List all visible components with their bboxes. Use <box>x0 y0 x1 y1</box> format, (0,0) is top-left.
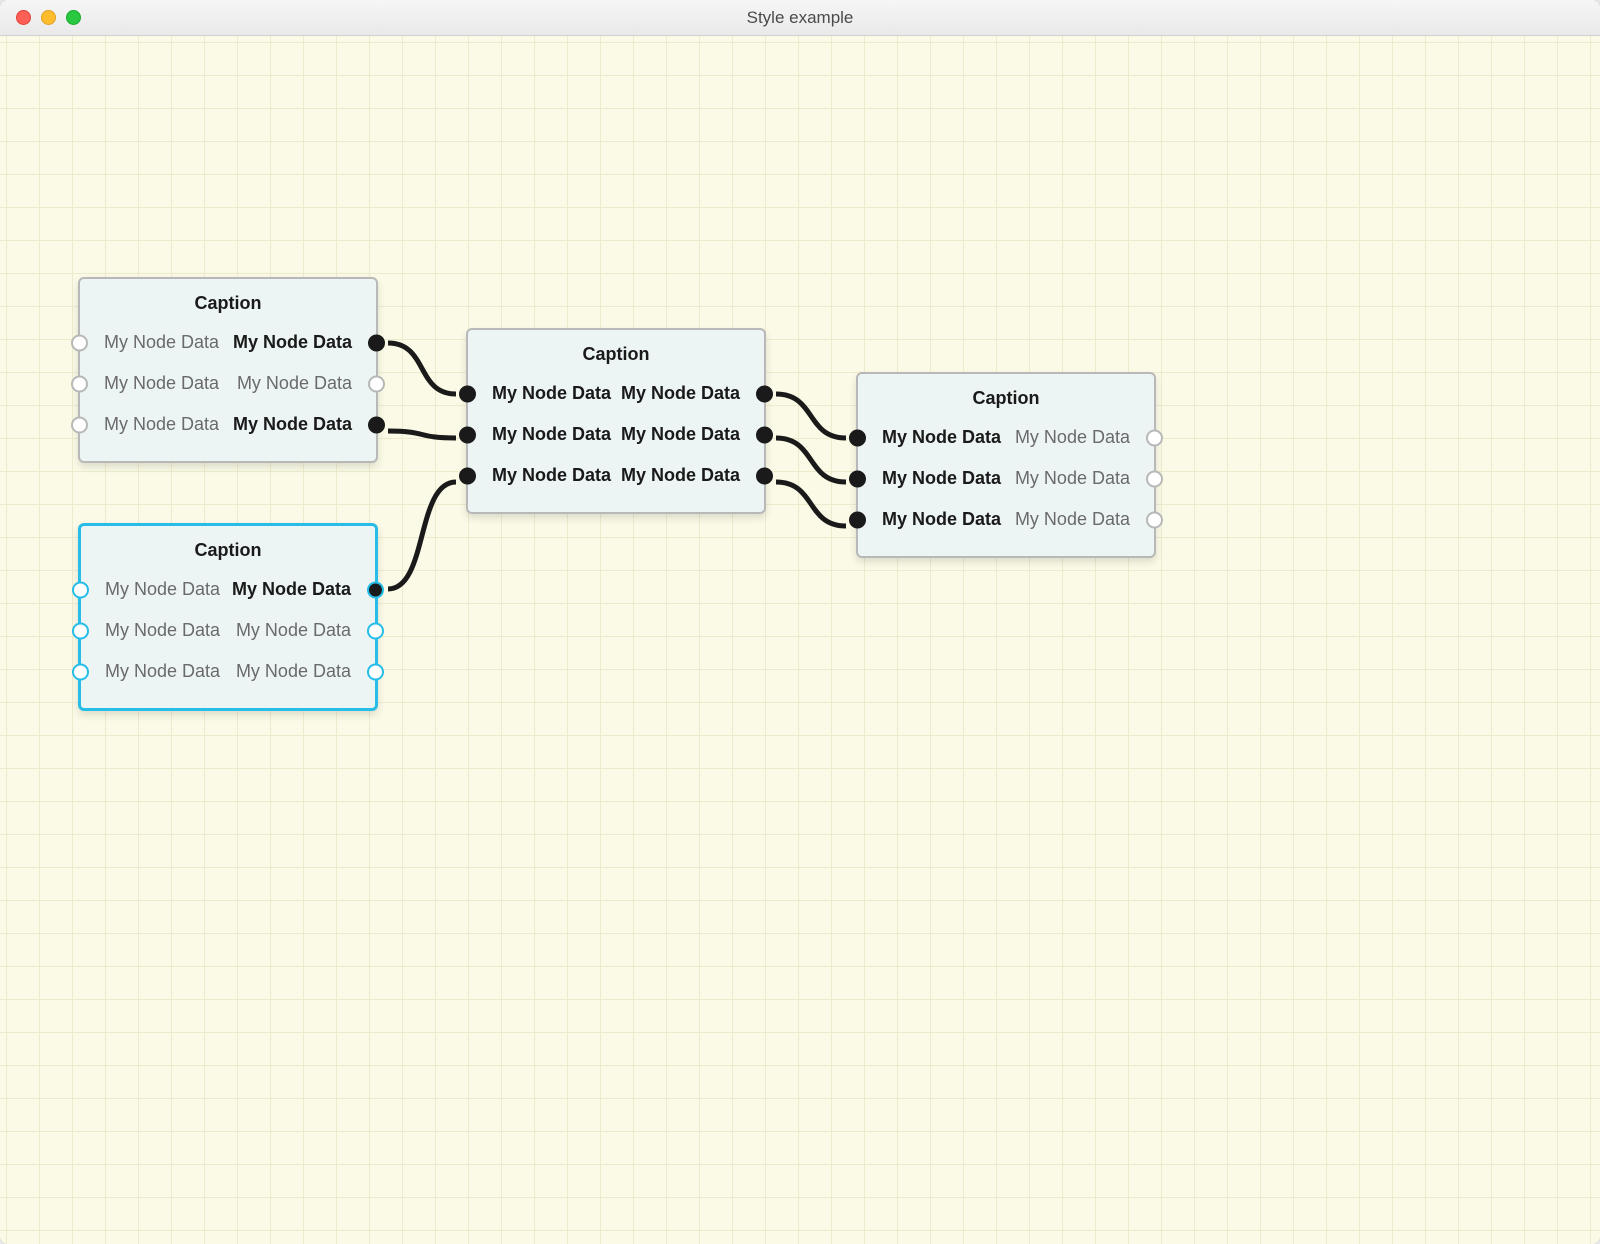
input-port[interactable] <box>71 334 88 351</box>
node-row: My Node Data My Node Data <box>868 417 1144 458</box>
node-row: My Node Data My Node Data <box>90 363 366 404</box>
minimize-icon[interactable] <box>41 10 56 25</box>
output-port[interactable] <box>368 334 385 351</box>
port-label-right: My Node Data <box>1015 427 1144 448</box>
input-port[interactable] <box>849 429 866 446</box>
output-port[interactable] <box>1146 470 1163 487</box>
close-icon[interactable] <box>16 10 31 25</box>
input-port[interactable] <box>459 426 476 443</box>
input-port[interactable] <box>72 622 89 639</box>
input-port[interactable] <box>459 467 476 484</box>
input-port[interactable] <box>71 375 88 392</box>
port-label-left: My Node Data <box>478 465 611 486</box>
port-label-left: My Node Data <box>90 373 219 394</box>
output-port[interactable] <box>1146 429 1163 446</box>
port-label-left: My Node Data <box>91 661 220 682</box>
output-port[interactable] <box>1146 511 1163 528</box>
node-row: My Node Data My Node Data <box>478 373 754 414</box>
port-label-right: My Node Data <box>621 383 754 404</box>
port-label-right: My Node Data <box>621 424 754 445</box>
node-row: My Node Data My Node Data <box>868 499 1144 540</box>
port-label-left: My Node Data <box>868 468 1001 489</box>
output-port[interactable] <box>367 581 384 598</box>
port-label-left: My Node Data <box>478 424 611 445</box>
input-port[interactable] <box>72 663 89 680</box>
input-port[interactable] <box>72 581 89 598</box>
node-row: My Node Data My Node Data <box>478 455 754 496</box>
node-row: My Node Data My Node Data <box>868 458 1144 499</box>
input-port[interactable] <box>849 511 866 528</box>
graph-node[interactable]: CaptionMy Node DataMy Node DataMy Node D… <box>78 277 378 463</box>
node-caption: Caption <box>81 526 375 569</box>
graph-node[interactable]: CaptionMy Node DataMy Node DataMy Node D… <box>856 372 1156 558</box>
port-label-right: My Node Data <box>233 414 366 435</box>
node-row: My Node Data My Node Data <box>91 569 365 610</box>
output-port[interactable] <box>367 622 384 639</box>
output-port[interactable] <box>368 375 385 392</box>
port-label-right: My Node Data <box>232 579 365 600</box>
output-port[interactable] <box>368 416 385 433</box>
port-label-left: My Node Data <box>90 414 219 435</box>
port-label-left: My Node Data <box>868 509 1001 530</box>
graph-node[interactable]: CaptionMy Node DataMy Node DataMy Node D… <box>466 328 766 514</box>
node-caption: Caption <box>468 330 764 373</box>
port-label-left: My Node Data <box>91 579 220 600</box>
port-label-left: My Node Data <box>478 383 611 404</box>
node-row: My Node Data My Node Data <box>91 651 365 692</box>
node-row: My Node Data My Node Data <box>91 610 365 651</box>
port-label-right: My Node Data <box>233 332 366 353</box>
port-label-left: My Node Data <box>90 332 219 353</box>
node-row: My Node Data My Node Data <box>90 322 366 363</box>
port-label-left: My Node Data <box>91 620 220 641</box>
port-label-right: My Node Data <box>236 661 365 682</box>
port-label-right: My Node Data <box>237 373 366 394</box>
node-row: My Node Data My Node Data <box>90 404 366 445</box>
output-port[interactable] <box>756 426 773 443</box>
output-port[interactable] <box>756 385 773 402</box>
input-port[interactable] <box>459 385 476 402</box>
graph-node[interactable]: CaptionMy Node DataMy Node DataMy Node D… <box>78 523 378 711</box>
canvas[interactable]: CaptionMy Node DataMy Node DataMy Node D… <box>0 36 1600 1244</box>
node-row: My Node Data My Node Data <box>478 414 754 455</box>
titlebar[interactable]: Style example <box>0 0 1600 36</box>
node-caption: Caption <box>858 374 1154 417</box>
traffic-lights <box>0 10 81 25</box>
app-window: Style example CaptionMy Node DataMy Node… <box>0 0 1600 1244</box>
input-port[interactable] <box>849 470 866 487</box>
output-port[interactable] <box>756 467 773 484</box>
window-title: Style example <box>747 8 854 28</box>
port-label-right: My Node Data <box>1015 509 1144 530</box>
port-label-right: My Node Data <box>1015 468 1144 489</box>
input-port[interactable] <box>71 416 88 433</box>
zoom-icon[interactable] <box>66 10 81 25</box>
output-port[interactable] <box>367 663 384 680</box>
node-caption: Caption <box>80 279 376 322</box>
port-label-left: My Node Data <box>868 427 1001 448</box>
port-label-right: My Node Data <box>236 620 365 641</box>
port-label-right: My Node Data <box>621 465 754 486</box>
